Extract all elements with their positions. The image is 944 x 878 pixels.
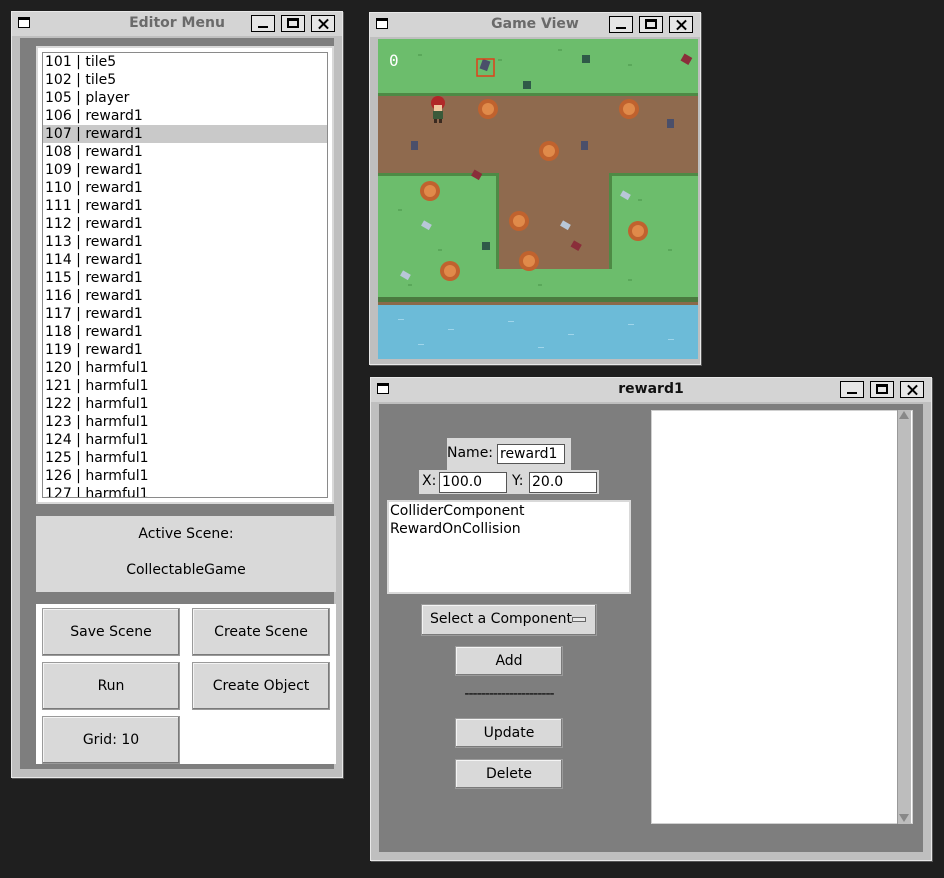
component-select-label: Select a Component bbox=[430, 611, 572, 627]
create-object-button[interactable]: Create Object bbox=[192, 662, 330, 710]
path-edge bbox=[378, 93, 698, 96]
component-select[interactable]: Select a Component bbox=[421, 604, 597, 636]
path-edge bbox=[609, 173, 612, 269]
vertical-scrollbar[interactable] bbox=[897, 410, 911, 824]
maximize-icon[interactable] bbox=[281, 15, 305, 32]
grid-button[interactable]: Grid: 10 bbox=[42, 716, 180, 764]
object-list-item[interactable]: 115 | reward1 bbox=[43, 269, 327, 287]
editor-menu-body: 101 | tile5 102 | tile5 105 | player 106 | … bbox=[20, 38, 336, 769]
object-list-item[interactable]: 120 | harmful1 bbox=[43, 359, 327, 377]
close-icon[interactable] bbox=[669, 16, 693, 33]
bush bbox=[478, 99, 498, 119]
update-button[interactable]: Update bbox=[455, 718, 563, 748]
y-input[interactable]: 20.0 bbox=[529, 472, 597, 493]
object-list-item[interactable]: 119 | reward1 bbox=[43, 341, 327, 359]
object-list-item[interactable]: 118 | reward1 bbox=[43, 323, 327, 341]
object-list-item[interactable]: 121 | harmful1 bbox=[43, 377, 327, 395]
close-icon[interactable] bbox=[311, 15, 335, 32]
bush bbox=[619, 99, 639, 119]
minimize-icon[interactable] bbox=[840, 381, 864, 398]
bush bbox=[509, 211, 529, 231]
editor-menu-window: Editor Menu 101 | tile5 102 | tile5 105 | … bbox=[11, 11, 343, 778]
game-view-window: Game View 0 bbox=[369, 12, 701, 365]
component-list-item[interactable]: RewardOnCollision bbox=[389, 520, 629, 538]
object-list-item[interactable]: 106 | reward1 bbox=[43, 107, 327, 125]
minimize-icon[interactable] bbox=[251, 15, 275, 32]
object-list-item[interactable]: 102 | tile5 bbox=[43, 71, 327, 89]
object-list-item[interactable]: 117 | reward1 bbox=[43, 305, 327, 323]
bush bbox=[628, 221, 648, 241]
active-scene-panel: Active Scene: CollectableGame bbox=[36, 516, 336, 592]
name-input[interactable]: reward1 bbox=[497, 444, 565, 464]
game-scene: 0 bbox=[378, 39, 698, 359]
scroll-up-icon[interactable] bbox=[899, 411, 909, 419]
editor-button-panel: Save Scene Create Scene Run Create Objec… bbox=[36, 604, 336, 764]
minimize-icon[interactable] bbox=[609, 16, 633, 33]
object-list-item[interactable]: 122 | harmful1 bbox=[43, 395, 327, 413]
object-list-item[interactable]: 116 | reward1 bbox=[43, 287, 327, 305]
object-list-item[interactable]: 105 | player bbox=[43, 89, 327, 107]
x-input[interactable]: 100.0 bbox=[439, 472, 507, 493]
path-edge bbox=[610, 173, 698, 176]
object-list-item[interactable]: 107 | reward1 bbox=[43, 125, 327, 143]
inspector-titlebar[interactable]: reward1 bbox=[371, 378, 931, 402]
component-list-item[interactable]: ColliderComponent bbox=[389, 502, 629, 520]
bush bbox=[420, 181, 440, 201]
object-list-item[interactable]: 110 | reward1 bbox=[43, 179, 327, 197]
object-list-item[interactable]: 127 | harmful1 bbox=[43, 485, 327, 497]
object-inspector-window: reward1 Name: reward1 X: 100.0 Y: 20.0 C… bbox=[370, 377, 932, 861]
object-list-item[interactable]: 124 | harmful1 bbox=[43, 431, 327, 449]
object-list-item[interactable]: 109 | reward1 bbox=[43, 161, 327, 179]
object-list-item[interactable]: 113 | reward1 bbox=[43, 233, 327, 251]
object-list-items[interactable]: 101 | tile5 102 | tile5 105 | player 106 | … bbox=[42, 52, 328, 498]
maximize-icon[interactable] bbox=[870, 381, 894, 398]
object-list-item[interactable]: 114 | reward1 bbox=[43, 251, 327, 269]
object-list-item[interactable]: 123 | harmful1 bbox=[43, 413, 327, 431]
close-icon[interactable] bbox=[900, 381, 924, 398]
object-list-item[interactable]: 126 | harmful1 bbox=[43, 467, 327, 485]
scroll-down-icon[interactable] bbox=[899, 814, 909, 822]
component-list[interactable]: ColliderComponent RewardOnCollision bbox=[387, 500, 631, 594]
script-text-area[interactable] bbox=[651, 410, 913, 824]
game-view-titlebar[interactable]: Game View bbox=[370, 13, 700, 37]
add-button[interactable]: Add bbox=[455, 646, 563, 676]
path-edge bbox=[496, 173, 499, 269]
editor-menu-titlebar[interactable]: Editor Menu bbox=[12, 12, 342, 36]
delete-button[interactable]: Delete bbox=[455, 759, 563, 789]
object-list-item[interactable]: 125 | harmful1 bbox=[43, 449, 327, 467]
create-scene-button[interactable]: Create Scene bbox=[192, 608, 330, 656]
game-canvas[interactable]: 0 bbox=[378, 39, 698, 359]
name-label: Name: bbox=[447, 445, 494, 461]
bush bbox=[440, 261, 460, 281]
object-list[interactable]: 101 | tile5 102 | tile5 105 | player 106 | … bbox=[36, 46, 334, 504]
object-list-item[interactable]: 112 | reward1 bbox=[43, 215, 327, 233]
water-area bbox=[378, 305, 698, 359]
shoreline-dirt bbox=[378, 302, 698, 305]
object-list-item[interactable]: 101 | tile5 bbox=[43, 53, 327, 71]
dropdown-indicator-icon bbox=[572, 617, 586, 622]
active-scene-name: CollectableGame bbox=[126, 562, 246, 578]
object-list-item[interactable]: 108 | reward1 bbox=[43, 143, 327, 161]
bush bbox=[539, 141, 559, 161]
save-scene-button[interactable]: Save Scene bbox=[42, 608, 180, 656]
y-label: Y: bbox=[512, 473, 524, 489]
dirt-path bbox=[378, 95, 698, 173]
active-scene-label: Active Scene: bbox=[138, 526, 234, 542]
shoreline bbox=[378, 297, 698, 302]
run-button[interactable]: Run bbox=[42, 662, 180, 710]
separator-text: ---------------------- bbox=[464, 686, 554, 702]
maximize-icon[interactable] bbox=[639, 16, 663, 33]
object-list-item[interactable]: 111 | reward1 bbox=[43, 197, 327, 215]
score-text: 0 bbox=[389, 51, 399, 70]
bush bbox=[519, 251, 539, 271]
inspector-body: Name: reward1 X: 100.0 Y: 20.0 ColliderC… bbox=[379, 404, 923, 852]
x-label: X: bbox=[422, 473, 437, 489]
